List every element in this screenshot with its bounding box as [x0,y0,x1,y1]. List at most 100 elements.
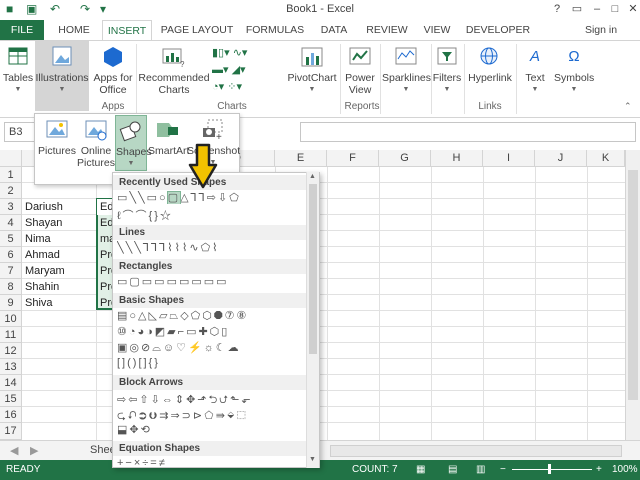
lines-row[interactable]: ╲╲╲⅂⅂⅂⌇⌇⌇∿⬠⌇ [117,241,309,254]
scroll-down-icon[interactable]: ▼ [309,456,316,463]
cell-a4[interactable]: Shayan [22,215,96,231]
scroll-thumb[interactable] [628,170,638,400]
row-header[interactable]: 7 [0,263,22,279]
row-header[interactable]: 1 [0,167,22,183]
row-header[interactable]: 14 [0,375,22,391]
equation-shapes-row[interactable]: +−×÷=≠ [117,457,309,467]
zoom-level[interactable]: 100% [612,464,638,475]
column-header-i[interactable]: I [483,150,535,167]
cell-b9[interactable]: Pro [97,295,113,311]
other-chart-icon[interactable]: ⁘▾ [227,81,242,93]
page-layout-view-icon[interactable]: ▤ [448,464,457,475]
cell-a6[interactable]: Ahmad [22,247,96,263]
pictures-button[interactable]: Pictures [37,118,77,157]
recent-shapes-row-1[interactable]: ▭╲╲▭○▢△⅂⅂⇨⇩⬠ [117,191,309,204]
sign-in-link[interactable]: Sign in [580,20,622,40]
row-header[interactable]: 16 [0,407,22,423]
cell-a3[interactable]: Dariush [22,199,96,215]
column-header-f[interactable]: F [327,150,379,167]
sparklines-button[interactable]: Sparklines ▼ [382,45,431,96]
ribbon-options-icon[interactable]: ▭ [568,1,586,17]
zoom-in-icon[interactable]: + [596,464,602,475]
basic-shapes-row-2[interactable]: ⑩◔◕◑◩▰⌐▭✚⬡▯ [117,325,309,338]
hyperlink-button[interactable]: Hyperlink [466,45,514,84]
cell-b7[interactable]: Pro [97,263,113,279]
recommended-charts-button[interactable]: ? Recommended Charts [138,45,210,96]
cell-b8[interactable]: Pro [97,279,113,295]
power-view-button[interactable]: Power View [342,45,378,96]
basic-shapes-row-4[interactable]: []()[]{} [117,357,309,369]
apps-for-office-button[interactable]: Apps for Office [92,45,134,96]
area-chart-icon[interactable]: ◢▾ [232,64,246,76]
row-header[interactable]: 5 [0,231,22,247]
zoom-slider[interactable] [512,469,592,470]
page-break-view-icon[interactable]: ▥ [476,464,485,475]
zoom-thumb[interactable] [548,464,551,474]
select-all-corner[interactable] [0,150,22,167]
cell-b4[interactable]: Edi [97,215,113,231]
column-header-k[interactable]: K [587,150,625,167]
cell-a7[interactable]: Maryam [22,263,96,279]
tab-review[interactable]: REVIEW [362,20,412,40]
help-button[interactable]: ? [548,1,566,17]
tab-view[interactable]: VIEW [418,20,456,40]
formula-bar-input[interactable] [300,122,636,142]
tables-button[interactable]: Tables ▼ [2,45,34,96]
row-header[interactable]: 15 [0,391,22,407]
basic-shapes-row-3[interactable]: ▣◎⊘⌓☺♡⚡☼☾☁ [117,341,309,355]
row-header[interactable]: 6 [0,247,22,263]
cell-a8[interactable]: Shahin [22,279,96,295]
scroll-up-icon[interactable]: ▲ [309,173,316,180]
basic-shapes-row-1[interactable]: ▤○△◺▱⏢◇⬠⬡⯃⑦⑧ [117,309,309,323]
smartart-button[interactable]: SmartArt [148,118,189,157]
row-header[interactable]: 17 [0,423,22,440]
row-header[interactable]: 13 [0,359,22,375]
tab-file[interactable]: FILE [0,20,44,40]
minimize-icon[interactable]: – [588,1,606,17]
rectangles-row[interactable]: ▭▢▭▭▭▭▭▭▭ [117,275,309,288]
recent-shapes-row-2[interactable]: ℓ⌒⌒{}☆ [117,207,309,223]
tab-developer[interactable]: DEVELOPER [462,20,534,40]
pivotchart-button[interactable]: PivotChart ▼ [286,45,338,96]
row-header[interactable]: 3 [0,199,22,215]
zoom-out-icon[interactable]: − [500,464,506,475]
cell-a9[interactable]: Shiva [22,295,96,311]
symbols-button[interactable]: Ω Symbols ▼ [554,45,594,96]
cell-b6[interactable]: Pro [97,247,113,263]
column-header-e[interactable]: E [275,150,327,167]
tab-page-layout[interactable]: PAGE LAYOUT [158,20,236,40]
column-header-g[interactable]: G [379,150,431,167]
vertical-scrollbar[interactable] [625,150,640,440]
tab-formulas[interactable]: FORMULAS [242,20,308,40]
row-header[interactable]: 10 [0,311,22,327]
tab-insert[interactable]: INSERT [102,20,152,41]
row-header[interactable]: 12 [0,343,22,359]
pie-chart-icon[interactable]: ◔▾ [212,81,224,93]
shapes-gallery-scrollbar[interactable]: ▲ ▼ [306,172,319,468]
filters-button[interactable]: Filters ▼ [432,45,462,96]
line-chart-icon[interactable]: ∿▾ [233,47,248,59]
next-sheet-icon[interactable]: ▶ [30,444,38,457]
shapes-button[interactable]: Shapes ▼ [115,115,152,171]
illustrations-button[interactable]: Illustrations ▼ [35,41,89,111]
row-header[interactable]: 8 [0,279,22,295]
collapse-ribbon-icon[interactable]: ⌃ [624,101,632,112]
column-header-j[interactable]: J [535,150,587,167]
online-pictures-button[interactable]: Online Pictures [77,118,115,169]
text-button[interactable]: A Text ▼ [518,45,552,96]
horizontal-scrollbar[interactable] [330,445,622,457]
gallery-scroll-thumb[interactable] [309,184,317,354]
cell-b3[interactable]: Edi [97,199,113,215]
row-header[interactable]: 4 [0,215,22,231]
maximize-icon[interactable]: □ [606,1,624,17]
cell-a5[interactable]: Nima [22,231,96,247]
block-arrows-row-3[interactable]: ⬓✥⟲ [117,423,309,436]
bar-chart-icon[interactable]: ▬▾ [212,64,229,76]
prev-sheet-icon[interactable]: ◀ [10,444,18,457]
tab-home[interactable]: HOME [52,20,96,40]
close-icon[interactable]: ✕ [624,1,640,17]
row-header[interactable]: 11 [0,327,22,343]
column-header-h[interactable]: H [431,150,483,167]
cell-b5[interactable]: ma [97,231,113,247]
normal-view-icon[interactable]: ▦ [416,464,425,475]
